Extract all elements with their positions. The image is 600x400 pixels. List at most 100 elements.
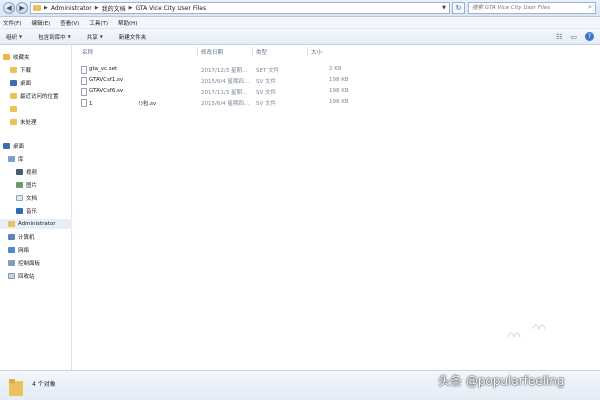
chevron-down-icon[interactable]: ▼ <box>442 5 446 11</box>
nav-administrator[interactable]: Administrator <box>0 219 72 229</box>
nav-desktop[interactable]: 桌面 <box>0 141 72 151</box>
view-options-icon[interactable]: ☷ <box>556 33 562 41</box>
nav-control-panel[interactable]: 控制面板 <box>0 258 72 268</box>
menu-view[interactable]: 查看(V) <box>60 19 79 27</box>
nav-label: 库 <box>18 157 24 163</box>
search-icon[interactable]: ⌕ <box>588 3 592 12</box>
nav-label: 下载 <box>20 68 32 74</box>
item-count: 4 个对象 <box>32 381 56 388</box>
column-divider[interactable] <box>197 47 198 56</box>
nav-favorites[interactable]: 收藏夹 <box>0 52 72 62</box>
file-name: GTAVCsf6.sv <box>89 88 124 94</box>
menu-file[interactable]: 文件(F) <box>3 19 21 27</box>
nav-unprocessed[interactable]: 未处理 <box>0 117 72 127</box>
nav-folder-unnamed[interactable] <box>0 104 72 114</box>
nav-libraries[interactable]: 库 <box>0 154 72 164</box>
column-header-name[interactable]: 名称 <box>82 48 93 56</box>
table-row[interactable]: gta_vc.set 2017/12/3 星期... SET 文件 2 KB <box>81 65 351 75</box>
nav-label: 桌面 <box>13 144 25 150</box>
preview-pane-icon[interactable]: ▭ <box>570 33 577 41</box>
organize-button[interactable]: 组织 ▼ <box>6 33 22 41</box>
chevron-right-icon: ▶ <box>128 5 133 11</box>
nav-label: 网络 <box>18 248 30 254</box>
recent-places-icon <box>10 93 17 99</box>
table-row[interactable]: GTAVCsf6.sv 2017/11/3 星期... SV 文件 198 KB <box>81 87 351 97</box>
library-icon <box>8 156 15 162</box>
chevron-right-icon: ▶ <box>44 5 48 11</box>
menu-edit[interactable]: 编辑(E) <box>31 19 50 27</box>
nav-videos[interactable]: 视频 <box>0 167 72 177</box>
forward-button[interactable]: ▶ <box>16 2 28 14</box>
back-button[interactable]: ◀ <box>3 2 15 14</box>
nav-recent-places[interactable]: 最近访问的位置 <box>0 91 72 101</box>
menu-help[interactable]: 帮助(H) <box>118 19 137 27</box>
view-controls: ☷ ▭ ? <box>556 32 594 41</box>
refresh-button[interactable]: ↻ <box>452 2 465 14</box>
breadcrumb-my-documents[interactable]: 我的文档 <box>102 4 126 13</box>
nav-music[interactable]: 音乐 <box>0 206 72 216</box>
file-date: 2015/6/4 星期四... <box>201 101 250 107</box>
column-divider[interactable] <box>307 47 308 56</box>
table-row[interactable]: GTAVCsf1.sv 2015/6/4 星期四... SV 文件 198 KB <box>81 76 351 86</box>
file-list: 名称 修改日期 类型 大小 gta_vc.set 2017/12/3 星期...… <box>73 45 600 370</box>
organize-label: 组织 <box>6 34 18 41</box>
share-button[interactable]: 共享 ▼ <box>87 33 103 41</box>
nav-label: 收藏夹 <box>13 55 30 61</box>
file-size: 198 KB <box>329 99 349 105</box>
nav-pictures[interactable]: 图片 <box>0 180 72 190</box>
file-type: SV 文件 <box>256 90 277 96</box>
nav-label: 控制面板 <box>18 261 41 267</box>
desktop-icon <box>10 80 17 86</box>
column-divider[interactable] <box>252 47 253 56</box>
file-size: 198 KB <box>329 88 349 94</box>
search-box[interactable]: ⌕ <box>468 2 596 14</box>
nav-label: 计算机 <box>18 235 35 241</box>
new-folder-button[interactable]: 新建文件夹 <box>119 33 147 41</box>
chevron-right-icon: ▶ <box>94 5 99 11</box>
folder-icon <box>9 379 23 396</box>
nav-label: 回收站 <box>18 274 35 280</box>
menu-bar: 文件(F) 编辑(E) 查看(V) 工具(T) 帮助(H) <box>0 17 600 29</box>
folder-icon <box>10 119 17 125</box>
include-in-library-label: 包含到库中 <box>38 34 66 41</box>
new-folder-label: 新建文件夹 <box>118 34 147 41</box>
breadcrumb-administrator[interactable]: Administrator <box>51 5 92 12</box>
star-icon <box>3 54 10 60</box>
nav-label: 最近访问的位置 <box>20 94 59 100</box>
column-header-size[interactable]: 大小 <box>311 48 322 56</box>
nav-documents[interactable]: 文档 <box>0 193 72 203</box>
include-in-library-button[interactable]: 包含到库中 ▼ <box>38 33 71 41</box>
computer-icon <box>8 234 15 240</box>
document-icon <box>16 195 23 201</box>
nav-label: 视频 <box>26 170 38 176</box>
share-label: 共享 <box>86 34 98 41</box>
nav-desktop-favorite[interactable]: 桌面 <box>0 78 72 88</box>
file-size: 198 KB <box>329 77 349 83</box>
redacted-block <box>92 100 139 107</box>
file-icon <box>81 66 87 74</box>
nav-recycle-bin[interactable]: 回收站 <box>0 271 72 281</box>
address-box[interactable]: ▶ Administrator ▶ 我的文档 ▶ GTA Vice City U… <box>30 2 450 14</box>
column-header-date[interactable]: 修改日期 <box>201 48 223 56</box>
table-row[interactable]: 1 !)包.sv 2015/6/4 星期四... SV 文件 198 KB <box>81 98 351 108</box>
navigation-pane: 收藏夹 下载 桌面 最近访问的位置 未处理 桌面 库 视频 图片 文档 音乐 A… <box>0 45 72 370</box>
nav-downloads[interactable]: 下载 <box>0 65 72 75</box>
file-name-suffix: !)包.sv <box>138 101 157 107</box>
desktop-icon <box>3 143 10 149</box>
help-icon[interactable]: ? <box>585 32 594 41</box>
nav-network[interactable]: 网络 <box>0 245 72 255</box>
chevron-down-icon: ▼ <box>99 34 103 39</box>
nav-label: 文档 <box>26 196 38 202</box>
file-icon <box>81 88 87 96</box>
menu-tools[interactable]: 工具(T) <box>89 19 108 27</box>
download-folder-icon <box>10 67 17 73</box>
column-header-type[interactable]: 类型 <box>256 48 267 56</box>
file-date: 2017/12/3 星期... <box>201 68 248 74</box>
chevron-down-icon: ▼ <box>67 34 71 39</box>
nav-computer[interactable]: 计算机 <box>0 232 72 242</box>
watermark-text: 头条 @popularfeeling <box>438 374 565 388</box>
search-input[interactable] <box>469 3 581 13</box>
breadcrumb-gta-folder[interactable]: GTA Vice City User Files <box>136 5 207 12</box>
folder-icon <box>33 5 41 11</box>
nav-label: 图片 <box>26 183 38 189</box>
